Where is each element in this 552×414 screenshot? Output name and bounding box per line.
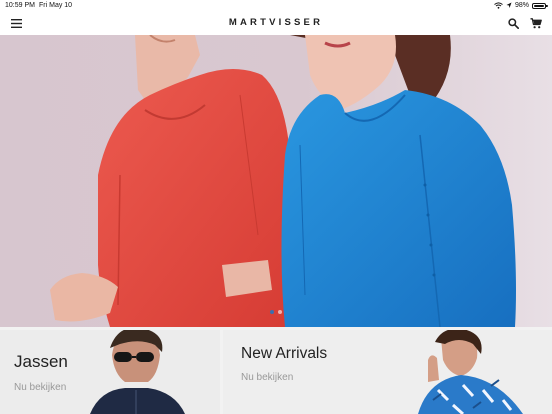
- cart-button[interactable]: [528, 15, 544, 31]
- status-date: Fri May 10: [39, 2, 73, 9]
- status-time: 10:59 PM: [5, 2, 35, 9]
- battery-icon: [532, 2, 548, 9]
- category-link[interactable]: Nu bekijken: [241, 372, 293, 383]
- search-icon: [507, 17, 519, 29]
- category-card-new-arrivals[interactable]: New Arrivals Nu bekijken: [223, 330, 552, 414]
- battery-fill: [534, 4, 544, 7]
- top-navbar: MARTVISSER: [0, 11, 552, 36]
- brand-logo[interactable]: MARTVISSER: [0, 11, 552, 35]
- category-cards: Jassen Nu bekijken New Arrivals Nu bekij…: [0, 327, 552, 414]
- status-right: 98%: [494, 0, 548, 11]
- location-icon: [506, 2, 512, 8]
- carousel-dots: [0, 310, 552, 314]
- carousel-dot-2[interactable]: [278, 310, 282, 314]
- search-button[interactable]: [505, 15, 521, 31]
- category-link[interactable]: Nu bekijken: [14, 382, 66, 393]
- jassen-model-image: [0, 330, 220, 414]
- hero-banner[interactable]: [0, 35, 552, 327]
- category-title: Jassen: [14, 352, 68, 371]
- battery-percentage: 98%: [514, 2, 529, 9]
- hero-image: [0, 35, 552, 327]
- category-card-jassen[interactable]: Jassen Nu bekijken: [0, 330, 220, 414]
- category-title: New Arrivals: [241, 345, 328, 362]
- wifi-icon: [494, 2, 503, 9]
- status-bar: 10:59 PM Fri May 10 98%: [0, 0, 552, 11]
- carousel-dot-1[interactable]: [270, 310, 274, 314]
- cart-icon: [530, 17, 542, 28]
